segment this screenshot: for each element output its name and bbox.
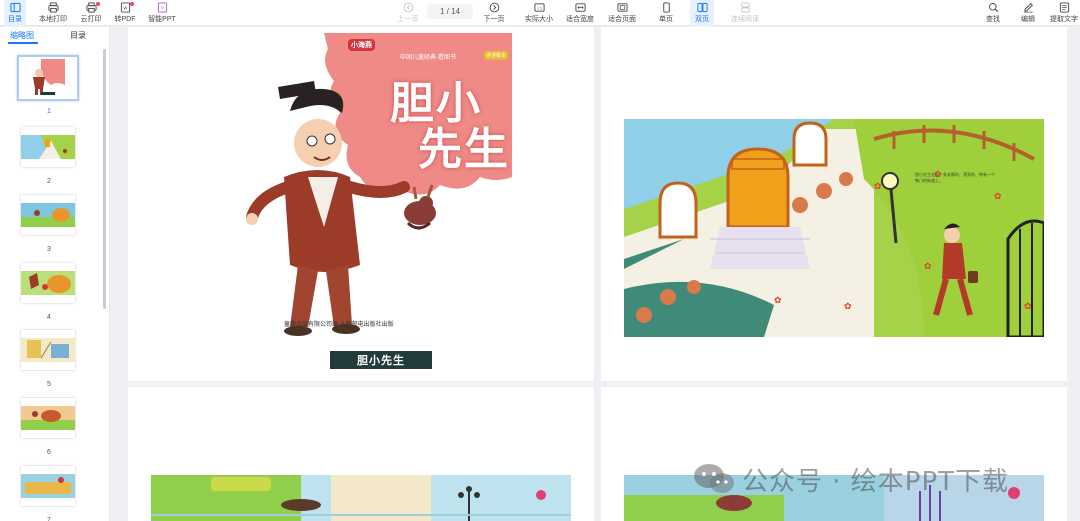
tab-thumbnails[interactable]: 缩略图	[10, 30, 34, 41]
svg-text:✿: ✿	[774, 295, 782, 305]
tab-outline[interactable]: 目录	[70, 30, 86, 41]
edit-button[interactable]: 编辑	[1017, 0, 1039, 26]
fit-width-label: 适合宽度	[566, 16, 594, 23]
search-label: 查找	[986, 16, 1000, 23]
continuous-read-icon	[740, 2, 750, 13]
edit-icon	[1023, 3, 1033, 13]
search-icon	[988, 3, 998, 13]
sidebar: 缩略图 目录 1 2 3 4 5 6 7	[0, 27, 110, 521]
actual-size-button[interactable]: 1:1 实际大小	[522, 0, 556, 26]
publisher-line: 童趣出版有限公司编 人民邮电出版社出版	[284, 322, 394, 328]
page-4	[601, 387, 1067, 521]
sidebar-scrollbar[interactable]	[103, 49, 106, 309]
double-page-button[interactable]: 双页	[690, 0, 714, 26]
to-pdf-button[interactable]: W 转PDF	[112, 0, 138, 26]
svg-text:✿: ✿	[1024, 301, 1032, 311]
cloud-printer-icon	[85, 2, 97, 13]
extract-text-button[interactable]: 提取文字	[1048, 0, 1080, 26]
edit-label: 编辑	[1021, 16, 1035, 23]
fit-page-icon	[616, 3, 628, 12]
fit-width-icon	[574, 3, 586, 12]
cover-title-line2: 先生	[418, 124, 510, 175]
watermark-text: 公众号 · 绘本PPT下载	[742, 466, 1010, 497]
svg-text:✿: ✿	[924, 261, 932, 271]
svg-text:✿: ✿	[874, 181, 882, 191]
thumbnail-number: 6	[47, 449, 51, 456]
thumbnail-number: 7	[47, 517, 51, 521]
page-cover: 小海燕 中国儿童经典·看图书 讲述版本 胆小 先生 童趣出版有限公司编 人民邮电…	[128, 27, 594, 381]
extract-text-label: 提取文字	[1050, 16, 1078, 23]
fit-width-button[interactable]: 适合宽度	[564, 0, 596, 26]
local-print-button[interactable]: 本地打印	[36, 0, 70, 26]
local-print-label: 本地打印	[39, 16, 67, 23]
double-page-label: 双页	[695, 16, 709, 23]
document-viewer[interactable]: 小海燕 中国儿童经典·看图书 讲述版本 胆小 先生 童趣出版有限公司编 人民邮电…	[111, 27, 1080, 521]
next-page-button[interactable]: 下一页	[480, 0, 508, 26]
prev-page-label: 上一页	[397, 16, 419, 23]
double-page-icon	[696, 2, 708, 13]
page-3	[128, 387, 594, 521]
active-tab-indicator	[8, 42, 38, 44]
living-room-illustration	[151, 475, 571, 521]
toolbar: 目录 本地打印 云打印 W 转PDF P 智能PPT 上一页 1 / 14 下一…	[0, 0, 1080, 26]
toc-label: 目录	[8, 16, 22, 23]
toc-button[interactable]: 目录	[4, 0, 26, 26]
wechat-icon	[694, 464, 734, 493]
thumbnail-number: 1	[47, 108, 51, 115]
svg-text:W: W	[123, 5, 127, 10]
thumbnail-image	[21, 398, 75, 438]
thumbnail-image	[21, 127, 75, 167]
arrow-left-icon	[403, 2, 413, 13]
cloud-print-button[interactable]: 云打印	[78, 0, 104, 26]
single-page-label: 单页	[659, 16, 673, 23]
watermark: 公众号 · 绘本PPT下载	[692, 461, 1009, 497]
page-2: ✿ ✿ ✿ ✿ ✿ ✿ ✿ 胆小先生走在一条安静的、漂亮的、带有一个铁门的街道上…	[601, 27, 1067, 381]
new-badge	[130, 2, 134, 6]
sidebar-tabs: 缩略图 目录	[0, 27, 109, 45]
search-button[interactable]: 查找	[982, 0, 1004, 26]
svg-text:✿: ✿	[844, 301, 852, 311]
thumbnail-image	[21, 195, 75, 235]
publisher-logo: 小海燕	[348, 39, 375, 51]
cloud-print-label: 云打印	[80, 16, 102, 23]
to-pdf-label: 转PDF	[114, 16, 136, 23]
thumbnail-number: 5	[47, 381, 51, 388]
pdf-convert-icon: W	[120, 2, 130, 13]
thumbnail-image	[21, 263, 75, 303]
next-page-label: 下一页	[483, 16, 505, 23]
single-page-button[interactable]: 单页	[654, 0, 678, 26]
actual-size-label: 实际大小	[525, 16, 553, 23]
thumbnail-number: 3	[47, 246, 51, 253]
svg-text:✿: ✿	[994, 191, 1002, 201]
continuous-read-button[interactable]: 连续阅读	[728, 0, 762, 26]
extract-text-icon	[1059, 2, 1069, 13]
street-illustration: ✿ ✿ ✿ ✿ ✿ ✿ ✿	[624, 119, 1044, 337]
fit-page-button[interactable]: 适合页面	[606, 0, 638, 26]
fit-page-label: 适合页面	[608, 16, 636, 23]
thumbnail-image	[21, 330, 75, 370]
prev-page-button[interactable]: 上一页	[394, 0, 422, 26]
printer-icon	[47, 2, 59, 13]
continuous-read-label: 连续阅读	[731, 16, 759, 23]
toc-icon	[9, 2, 21, 13]
svg-text:1:1: 1:1	[536, 6, 541, 10]
smart-ppt-label: 智能PPT	[148, 16, 176, 23]
thumbnail-number: 4	[47, 314, 51, 321]
thumbnail-image	[17, 55, 79, 101]
svg-text:P: P	[161, 5, 164, 10]
page-number-input[interactable]: 1 / 14	[427, 4, 473, 19]
series-tag: 讲述版本	[484, 51, 509, 60]
smart-ppt-icon: P	[157, 2, 167, 13]
thumbnail-number: 2	[47, 178, 51, 185]
thumbnail-image	[21, 466, 75, 506]
arrow-right-icon	[489, 2, 499, 13]
single-page-icon	[662, 2, 670, 13]
smart-ppt-button[interactable]: P 智能PPT	[146, 0, 178, 26]
story-text: 胆小先生走在一条安静的、漂亮的、带有一个铁门的街道上。	[915, 172, 995, 183]
new-badge	[96, 2, 100, 6]
series-name: 中国儿童经典·看图书	[400, 55, 456, 61]
actual-size-icon: 1:1	[533, 3, 545, 12]
cover-band-title: 胆小先生	[330, 351, 432, 369]
